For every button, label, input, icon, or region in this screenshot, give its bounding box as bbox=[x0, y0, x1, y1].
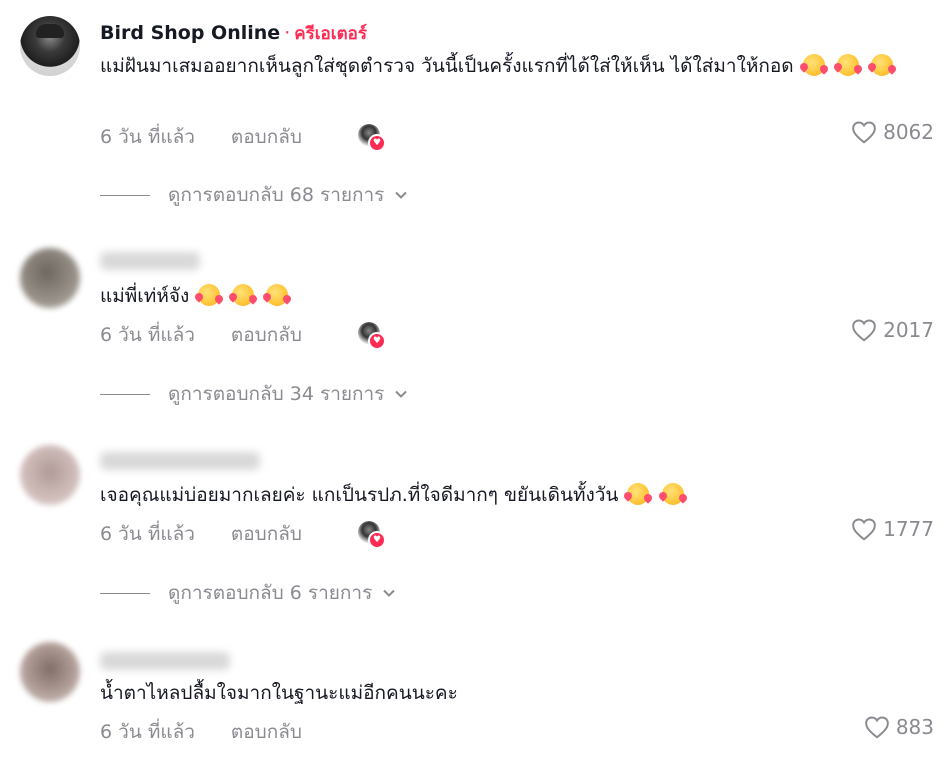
comment-time: 6 วัน ที่แล้ว bbox=[100, 523, 195, 545]
chevron-down-icon bbox=[383, 589, 396, 597]
separator-dot: · bbox=[284, 22, 291, 44]
reply-button[interactable]: ตอบกลับ bbox=[231, 324, 302, 346]
comment-text-body: แม่พี่เท่ห์จัง bbox=[100, 285, 190, 307]
heart-badge-icon: ♥ bbox=[368, 332, 386, 350]
author-name-blurred[interactable] bbox=[100, 252, 200, 270]
view-replies-button[interactable]: ดูการตอบกลับ 68 รายการ bbox=[100, 180, 408, 210]
view-replies-label: ดูการตอบกลับ 34 รายการ bbox=[168, 383, 385, 405]
divider-line bbox=[100, 592, 150, 594]
avatar[interactable] bbox=[20, 445, 80, 505]
heart-badge-icon: ♥ bbox=[368, 134, 386, 152]
comment-text-body: แม่ฝันมาเสมออยากเห็นลูกใส่ชุดตำรวจ วันนี… bbox=[100, 55, 794, 77]
divider-line bbox=[100, 194, 150, 196]
comment-meta: 6 วัน ที่แล้ว ตอบกลับ bbox=[100, 519, 302, 549]
like-button[interactable]: 883 bbox=[864, 715, 934, 739]
smiling-hearts-emoji-icon bbox=[836, 54, 859, 76]
view-replies-button[interactable]: ดูการตอบกลับ 6 รายการ bbox=[100, 578, 396, 608]
comment-meta: 6 วัน ที่แล้ว ตอบกลับ bbox=[100, 320, 302, 350]
avatar[interactable] bbox=[20, 248, 80, 308]
comment-time: 6 วัน ที่แล้ว bbox=[100, 324, 195, 346]
chevron-down-icon bbox=[395, 191, 408, 199]
smiling-hearts-emoji-icon bbox=[870, 54, 893, 76]
avatar[interactable] bbox=[20, 642, 80, 702]
comment-meta: 6 วัน ที่แล้ว ตอบกลับ bbox=[100, 717, 302, 747]
smiling-hearts-emoji-icon bbox=[232, 284, 255, 306]
view-replies-label: ดูการตอบกลับ 68 รายการ bbox=[168, 184, 385, 206]
heart-badge-icon: ♥ bbox=[368, 531, 386, 549]
reply-button[interactable]: ตอบกลับ bbox=[231, 523, 302, 545]
like-count: 883 bbox=[895, 715, 934, 739]
divider-line bbox=[100, 393, 150, 395]
creator-badge: ครีเอเตอร์ bbox=[294, 24, 367, 44]
comment-text: แม่ฝันมาเสมออยากเห็นลูกใส่ชุดตำรวจ วันนี… bbox=[100, 50, 930, 83]
heart-outline-icon bbox=[865, 716, 889, 739]
author-name-blurred[interactable] bbox=[100, 452, 260, 470]
comment-header bbox=[100, 652, 230, 675]
creator-liked-avatar: ♥ bbox=[358, 521, 386, 549]
creator-liked-avatar: ♥ bbox=[358, 124, 386, 152]
comment-text-body: น้ำตาไหลปลื้มใจมากในฐานะแม่อีกคนนะคะ bbox=[100, 682, 458, 704]
comment-header: Bird Shop Online · ครีเอเตอร์ bbox=[100, 20, 367, 47]
chevron-down-icon bbox=[395, 390, 408, 398]
comment-author[interactable]: Bird Shop Online bbox=[100, 22, 280, 44]
reply-button[interactable]: ตอบกลับ bbox=[231, 721, 302, 743]
author-name-blurred[interactable] bbox=[100, 652, 230, 670]
smiling-hearts-emoji-icon bbox=[802, 54, 825, 76]
comment-text: แม่พี่เท่ห์จัง bbox=[100, 280, 900, 313]
heart-outline-icon bbox=[852, 121, 876, 144]
like-button[interactable]: 2017 bbox=[851, 318, 934, 342]
smiling-hearts-emoji-icon bbox=[198, 284, 221, 306]
smiling-hearts-emoji-icon bbox=[661, 483, 684, 505]
reply-button[interactable]: ตอบกลับ bbox=[231, 126, 302, 148]
comment-header bbox=[100, 252, 200, 275]
avatar[interactable] bbox=[20, 16, 80, 76]
comment-text-body: เจอคุณแม่บ่อยมากเลยค่ะ แกเป็นรปภ.ที่ใจดี… bbox=[100, 484, 619, 506]
like-button[interactable]: 1777 bbox=[851, 517, 934, 541]
like-button[interactable]: 8062 bbox=[851, 120, 934, 144]
comment-text: เจอคุณแม่บ่อยมากเลยค่ะ แกเป็นรปภ.ที่ใจดี… bbox=[100, 479, 920, 512]
comment-time: 6 วัน ที่แล้ว bbox=[100, 126, 195, 148]
smiling-hearts-emoji-icon bbox=[266, 284, 289, 306]
like-count: 8062 bbox=[883, 120, 934, 144]
heart-outline-icon bbox=[852, 518, 876, 541]
comment-time: 6 วัน ที่แล้ว bbox=[100, 721, 195, 743]
creator-liked-avatar: ♥ bbox=[358, 322, 386, 350]
comment-header bbox=[100, 452, 260, 475]
view-replies-label: ดูการตอบกลับ 6 รายการ bbox=[168, 582, 373, 604]
like-count: 2017 bbox=[883, 318, 934, 342]
comment-meta: 6 วัน ที่แล้ว ตอบกลับ bbox=[100, 122, 302, 152]
comment-text: น้ำตาไหลปลื้มใจมากในฐานะแม่อีกคนนะคะ bbox=[100, 677, 900, 710]
view-replies-button[interactable]: ดูการตอบกลับ 34 รายการ bbox=[100, 379, 408, 409]
like-count: 1777 bbox=[883, 517, 934, 541]
smiling-hearts-emoji-icon bbox=[627, 483, 650, 505]
heart-outline-icon bbox=[852, 319, 876, 342]
